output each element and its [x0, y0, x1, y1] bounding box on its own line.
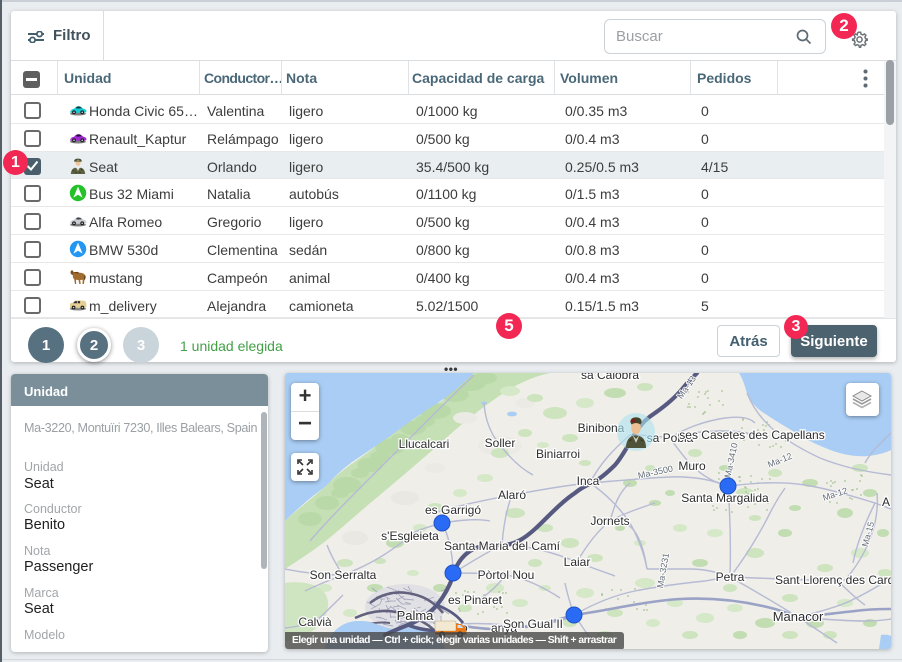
svg-text:Muro: Muro	[678, 459, 706, 473]
svg-text:sa Calobra: sa Calobra	[581, 373, 639, 382]
svg-text:Son Serralta: Son Serralta	[310, 568, 377, 582]
svg-text:Inca: Inca	[577, 474, 600, 488]
svg-text:Sant Llorenç des Carda: Sant Llorenç des Carda	[775, 573, 891, 587]
svg-text:Calvià: Calvià	[298, 615, 332, 629]
svg-text:es Garrigó: es Garrigó	[425, 503, 481, 517]
svg-text:Soller: Soller	[485, 436, 516, 450]
svg-text:Biniarroi: Biniarroi	[536, 447, 580, 461]
svg-text:Pòrtol Nou: Pòrtol Nou	[478, 568, 535, 582]
svg-text:Son Gual II: Son Gual II	[503, 617, 563, 631]
svg-text:Llucalcari: Llucalcari	[399, 437, 450, 451]
svg-text:Jornets: Jornets	[590, 514, 629, 528]
svg-text:es Pinaret: es Pinaret	[448, 593, 503, 607]
svg-text:Petra: Petra	[716, 570, 745, 584]
svg-text:Santa Maria del Camí: Santa Maria del Camí	[444, 539, 561, 553]
svg-text:Palma: Palma	[397, 608, 435, 623]
svg-text:s'Esgleieta: s'Esgleieta	[381, 529, 439, 543]
svg-text:Alaró: Alaró	[498, 488, 526, 502]
svg-text:ses Casetes des Capellans: ses Casetes des Capellans	[679, 428, 824, 442]
svg-text:Manacor: Manacor	[773, 609, 824, 624]
svg-text:A: A	[882, 495, 890, 509]
svg-text:Laiar: Laiar	[564, 555, 591, 569]
